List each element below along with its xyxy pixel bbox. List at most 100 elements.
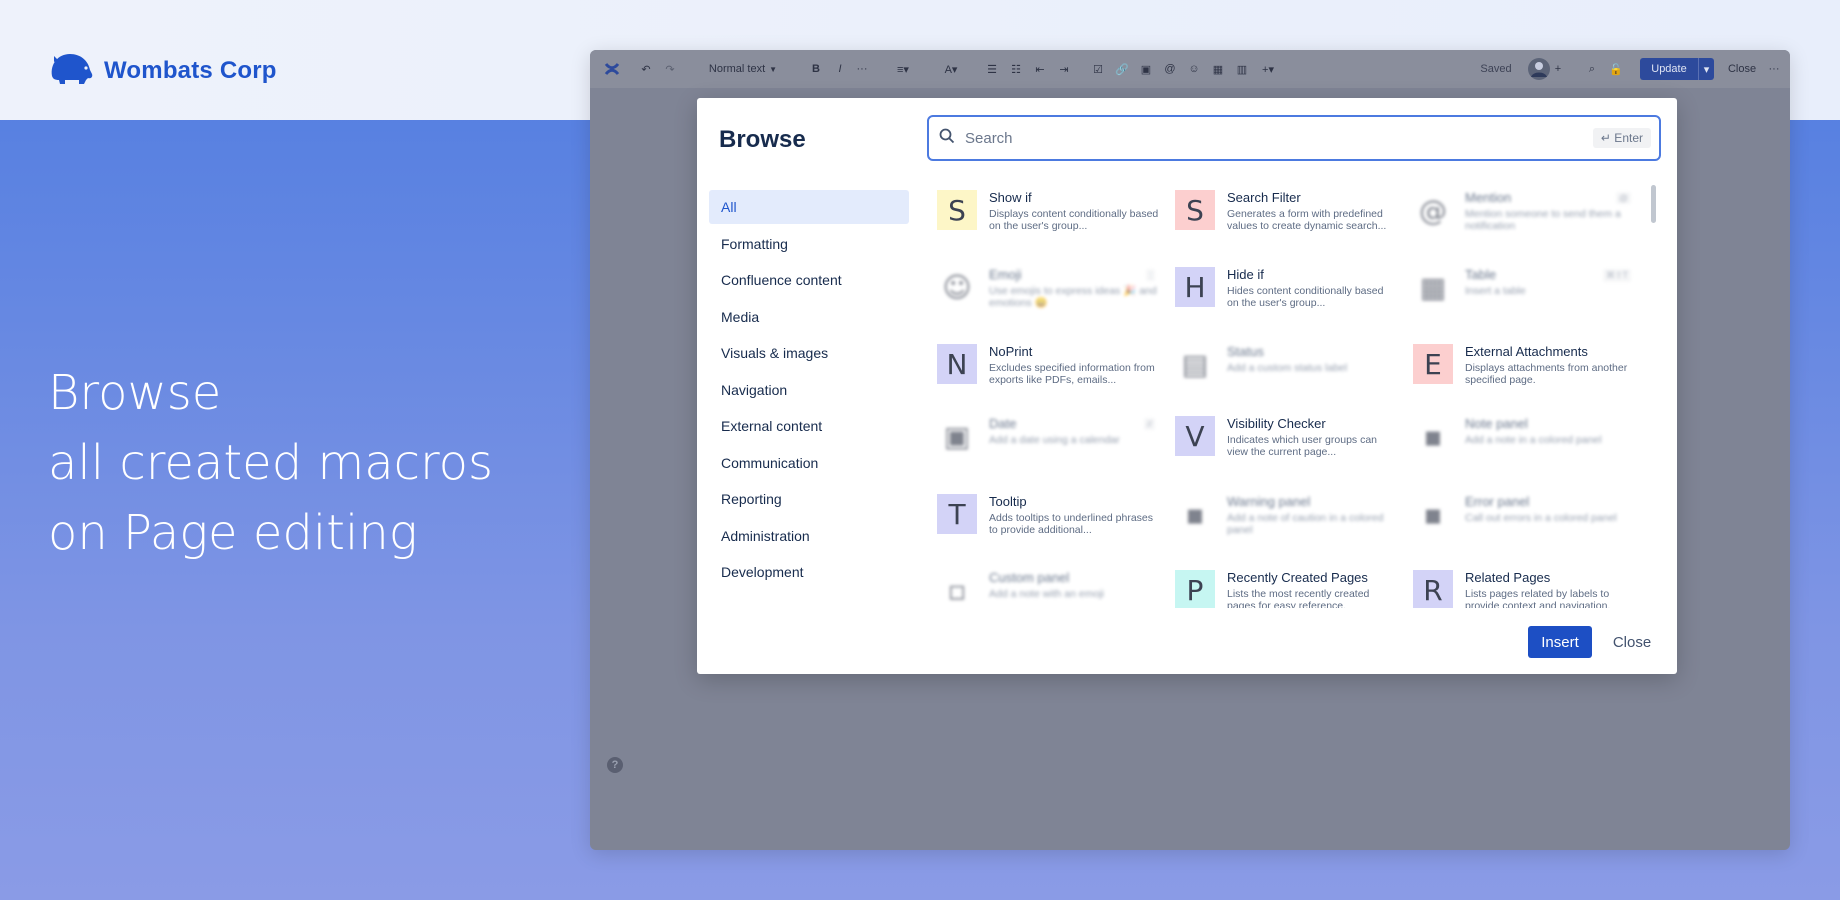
restrictions-icon[interactable]: 🔓	[1608, 50, 1624, 88]
category-item[interactable]: Media	[709, 300, 909, 334]
enter-hint: ↵ Enter	[1592, 128, 1651, 148]
macro-item[interactable]: V Visibility Checker Indicates which user …	[1175, 408, 1403, 468]
add-collaborator-icon[interactable]: +	[1550, 50, 1566, 88]
macro-name: Date	[989, 416, 1017, 431]
macro-item[interactable]: E External Attachments Displays attachment…	[1413, 336, 1641, 396]
macro-icon: ▪	[1413, 416, 1453, 456]
macro-icon: S	[1175, 190, 1215, 230]
macro-name: Mention	[1465, 190, 1512, 205]
macro-name: Status	[1227, 344, 1264, 359]
category-item[interactable]: Development	[709, 555, 909, 589]
macro-item[interactable]: ▫ Custom panel Add a note with an emoji	[937, 562, 1165, 608]
category-list: All Formatting Confluence content Media Visu…	[709, 190, 909, 592]
macro-name: Custom panel	[989, 570, 1070, 585]
macro-description: Generates a form with predefined values …	[1227, 208, 1387, 232]
macro-item[interactable]: ▣ Date Add a date using a calendar //	[937, 408, 1165, 468]
help-icon[interactable]: ?	[607, 757, 623, 773]
emoji-icon[interactable]: ☺	[1186, 50, 1202, 88]
macro-item[interactable]: H Hide if Hides content conditionally base…	[1175, 259, 1403, 319]
search-icon	[939, 128, 955, 149]
italic-icon[interactable]: I	[832, 50, 848, 88]
macro-name: Show if	[989, 190, 1032, 205]
macro-item[interactable]: P Recently Created Pages Lists the most re…	[1175, 562, 1403, 608]
category-item[interactable]: Confluence content	[709, 263, 909, 297]
link-icon[interactable]: 🔗	[1114, 50, 1130, 88]
more-options-icon[interactable]: ···	[1766, 50, 1782, 88]
macro-name: Warning panel	[1227, 494, 1311, 509]
close-button[interactable]: Close	[1602, 626, 1662, 658]
numbered-list-icon[interactable]: ☷	[1008, 50, 1024, 88]
headline-line-2: all created macros	[48, 435, 494, 491]
task-icon[interactable]: ☑	[1090, 50, 1106, 88]
macro-icon: P	[1175, 570, 1215, 608]
macro-name: External Attachments	[1465, 344, 1588, 359]
macro-description: Hides content conditionally based on the…	[1227, 285, 1384, 309]
redo-icon[interactable]: ↷	[662, 50, 678, 88]
category-item[interactable]: Reporting	[709, 482, 909, 516]
category-item[interactable]: Communication	[709, 446, 909, 480]
macro-description: Add a date using a calendar	[989, 434, 1120, 446]
align-icon[interactable]: ≡▾	[890, 50, 916, 88]
bullet-list-icon[interactable]: ☰	[984, 50, 1000, 88]
macro-item[interactable]: T Tooltip Adds tooltips to underlined phra…	[937, 486, 1165, 546]
category-item[interactable]: Formatting	[709, 227, 909, 261]
category-item[interactable]: External content	[709, 409, 909, 443]
macro-item[interactable]: S Show if Displays content conditionally b…	[937, 182, 1165, 242]
macro-name: NoPrint	[989, 344, 1033, 359]
editor-close-button[interactable]: Close	[1726, 50, 1758, 88]
macro-description: Insert a table	[1465, 285, 1526, 297]
insert-button[interactable]: Insert	[1528, 626, 1592, 658]
search-input[interactable]	[965, 129, 1593, 147]
macro-item[interactable]: @ Mention Mention someone to send them a n…	[1413, 182, 1641, 242]
macro-icon: T	[937, 494, 977, 534]
macro-icon: ▪	[1413, 494, 1453, 534]
macro-item[interactable]: ▪ Note panel Add a note in a colored panel	[1413, 408, 1641, 468]
macro-name: Search Filter	[1227, 190, 1301, 205]
layout-icon[interactable]: ▥	[1234, 50, 1250, 88]
macro-icon: ▣	[937, 416, 977, 456]
category-item[interactable]: Navigation	[709, 373, 909, 407]
text-color-icon[interactable]: A▾	[938, 50, 964, 88]
macro-item[interactable]: ▪ Error panel Call out errors in a colored…	[1413, 486, 1641, 546]
image-icon[interactable]: ▣	[1138, 50, 1154, 88]
text-style-dropdown[interactable]: Normal text ▼	[702, 50, 784, 88]
indent-icon[interactable]: ⇥	[1056, 50, 1072, 88]
macro-icon: N	[937, 344, 977, 384]
macro-name: Error panel	[1465, 494, 1530, 509]
category-item[interactable]: Visuals & images	[709, 336, 909, 370]
macro-item[interactable]: ☺ Emoji Use emojis to express ideas 🎉 and …	[937, 259, 1165, 319]
bold-icon[interactable]: B	[808, 50, 824, 88]
macro-item[interactable]: S Search Filter Generates a form with pred…	[1175, 182, 1403, 242]
scrollbar[interactable]	[1651, 185, 1656, 223]
undo-icon[interactable]: ↶	[638, 50, 654, 88]
update-button-label: Update	[1651, 63, 1687, 75]
keyboard-shortcut: ⌘⇧T	[1602, 269, 1631, 282]
outdent-icon[interactable]: ⇤	[1032, 50, 1048, 88]
avatar[interactable]	[1528, 50, 1550, 88]
confluence-logo-icon[interactable]	[602, 50, 622, 88]
macro-icon: R	[1413, 570, 1453, 608]
mention-icon[interactable]: @	[1162, 50, 1178, 88]
macro-description: Excludes specified information from expo…	[989, 362, 1155, 386]
macro-item[interactable]: ▤ Status Add a custom status label	[1175, 336, 1403, 396]
insert-more-icon[interactable]: +▾	[1256, 50, 1280, 88]
macro-description: Add a note of caution in a colored panel	[1227, 512, 1384, 536]
table-icon[interactable]: ▦	[1210, 50, 1226, 88]
update-button[interactable]: Update ▾	[1640, 58, 1714, 80]
category-item[interactable]: All	[709, 190, 909, 224]
search-field[interactable]: ↵ Enter	[927, 115, 1661, 161]
macro-item[interactable]: ▦ Table Insert a table ⌘⇧T	[1413, 259, 1641, 319]
macro-description: Indicates which user groups can view the…	[1227, 434, 1377, 458]
more-formatting-icon[interactable]: ···	[854, 50, 870, 88]
brand: Wombats Corp	[48, 50, 277, 91]
macro-description: Add a note in a colored panel	[1465, 434, 1602, 446]
macro-item[interactable]: R Related Pages Lists pages related by lab…	[1413, 562, 1641, 608]
text-style-label: Normal text	[708, 63, 766, 75]
macro-item[interactable]: ▪ Warning panel Add a note of caution in a…	[1175, 486, 1403, 546]
search-icon[interactable]: ⌕	[1584, 50, 1600, 88]
macro-item[interactable]: N NoPrint Excludes specified information f…	[937, 336, 1165, 396]
headline-line-1: Browse	[48, 365, 222, 421]
macro-icon: H	[1175, 267, 1215, 307]
chevron-down-icon[interactable]: ▾	[1698, 58, 1714, 80]
category-item[interactable]: Administration	[709, 519, 909, 553]
